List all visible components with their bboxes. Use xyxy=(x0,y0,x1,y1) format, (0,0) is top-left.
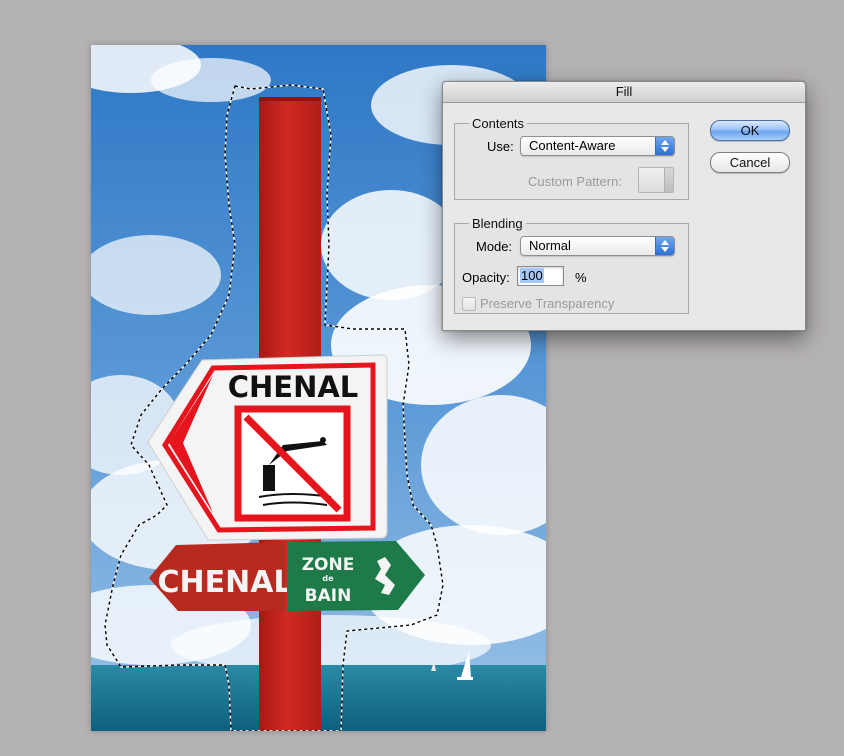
opacity-value: 100 xyxy=(520,268,544,283)
use-dropdown[interactable]: Content-Aware xyxy=(520,136,675,156)
opacity-unit: % xyxy=(575,270,587,285)
custom-pattern-picker[interactable] xyxy=(638,167,674,193)
arrow-chenal-text: CHENAL xyxy=(157,565,292,600)
custom-pattern-label: Custom Pattern: xyxy=(528,174,622,189)
preserve-transparency-label: Preserve Transparency xyxy=(480,296,615,311)
dialog-title[interactable]: Fill xyxy=(443,82,805,103)
de-text: de xyxy=(322,574,334,583)
zone-text: ZONE xyxy=(302,555,355,575)
opacity-label: Opacity: xyxy=(462,270,510,285)
sign-chenal-text: CHENAL xyxy=(228,370,359,404)
chenal-arrow-sign: CHENAL xyxy=(149,542,293,611)
pattern-dropdown-icon xyxy=(664,168,673,192)
updown-arrows-icon xyxy=(655,237,674,255)
blending-legend: Blending xyxy=(472,216,523,231)
mode-dropdown-value: Normal xyxy=(529,238,571,253)
opacity-input[interactable]: 100 xyxy=(517,266,564,286)
contents-legend: Contents xyxy=(472,116,525,131)
updown-arrows-icon xyxy=(655,137,674,155)
use-dropdown-value: Content-Aware xyxy=(529,138,616,153)
zone-de-bain-sign: ZONE de BAIN xyxy=(287,541,425,611)
mode-dropdown[interactable]: Normal xyxy=(520,236,675,256)
bain-text: BAIN xyxy=(305,586,352,606)
fill-dialog: Fill Contents Blending OK Cancel xyxy=(442,81,806,331)
cancel-button[interactable]: Cancel xyxy=(710,152,790,173)
mode-label: Mode: xyxy=(476,239,513,254)
ok-button[interactable]: OK xyxy=(710,120,790,141)
preserve-transparency-checkbox[interactable] xyxy=(462,297,476,311)
use-label: Use: xyxy=(487,139,514,154)
